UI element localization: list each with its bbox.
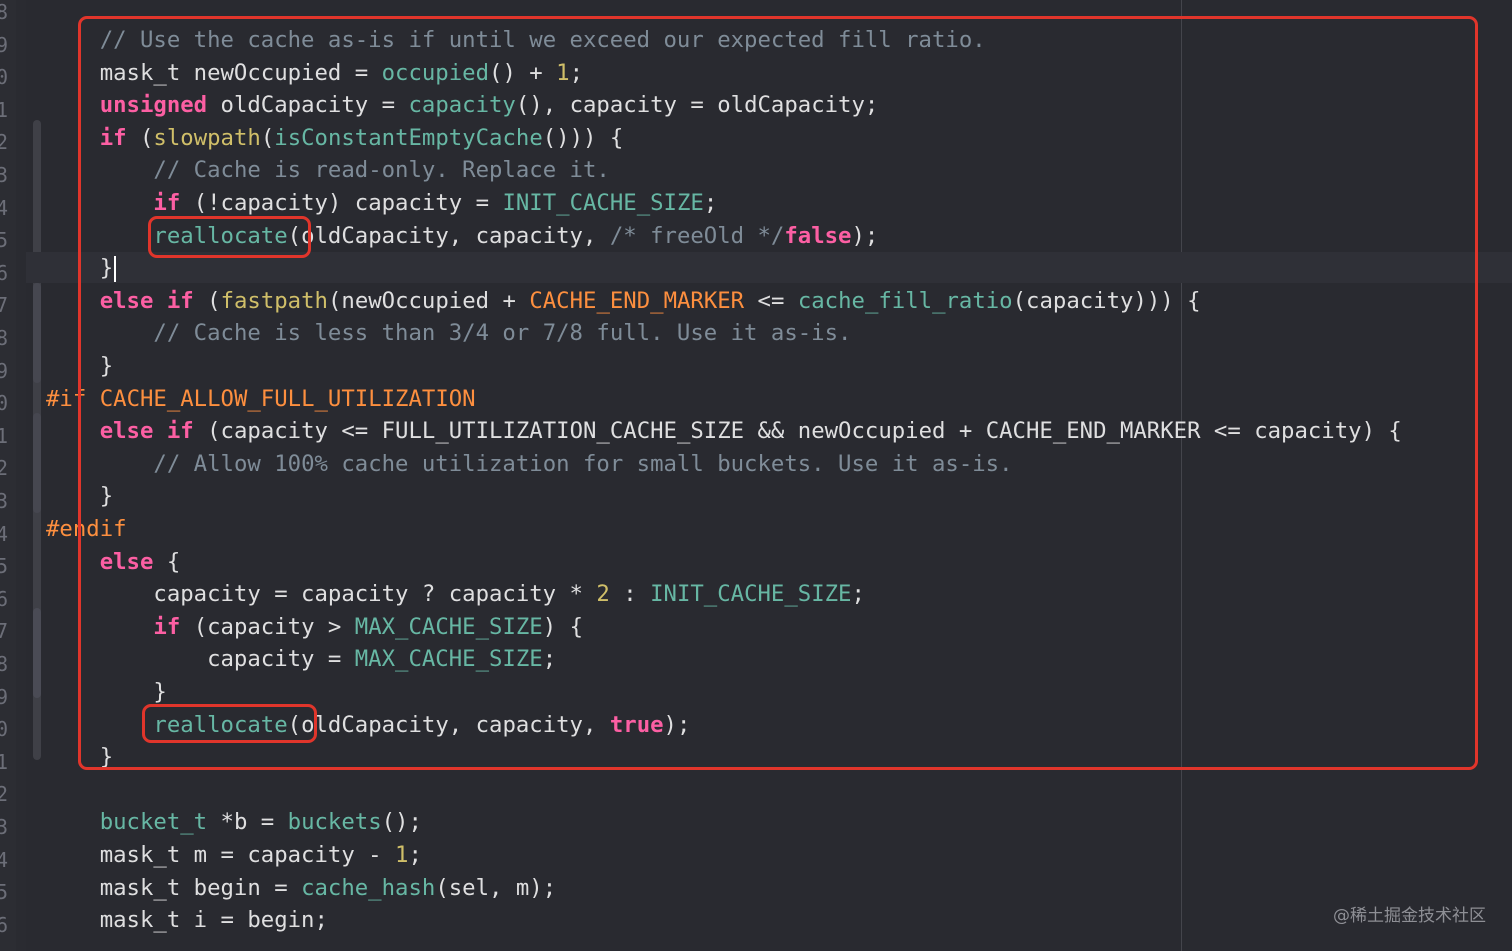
line-number: 5 <box>0 228 8 253</box>
line-number: 8 <box>0 652 8 676</box>
code-token: cache_hash <box>301 874 436 901</box>
code-line: mask_t begin = cache_hash(sel, m); <box>46 872 556 904</box>
code-folding-ribbon[interactable] <box>16 0 41 951</box>
line-number: 6 <box>0 586 8 611</box>
fold-region-bar[interactable] <box>33 608 41 698</box>
line-number-gutter[interactable]: 8 9 0 1 2 3 4 5 6 7 8 9 0 1 2 3 4 5 6 7 8 9 0 1 2 3 4 5 6 <box>0 0 16 951</box>
line-number: 5 <box>0 880 8 905</box>
line-number: 2 <box>0 782 8 807</box>
line-number: 9 <box>0 684 8 709</box>
line-number: 0 <box>0 717 8 742</box>
line-number: 0 <box>0 391 8 416</box>
code-token: 1 <box>395 842 409 868</box>
fold-region-bar[interactable] <box>33 413 41 513</box>
code-line: mask_t m = capacity - 1; <box>46 839 422 871</box>
line-number: 0 <box>0 65 8 90</box>
annotation-highlight-box <box>78 16 1478 770</box>
line-number: 7 <box>0 293 8 318</box>
line-number: 4 <box>0 195 8 220</box>
line-number: 3 <box>0 163 8 187</box>
code-token: bucket_t <box>99 809 208 836</box>
code-token: (sel, m); <box>435 874 557 901</box>
code-token: *b = <box>207 809 288 836</box>
line-number: 6 <box>0 912 8 937</box>
code-token: ; <box>408 842 422 868</box>
line-number: 8 <box>0 326 8 350</box>
line-number: 9 <box>0 358 8 383</box>
annotation-highlight-reallocate-2 <box>142 704 317 743</box>
line-number: 2 <box>0 130 8 155</box>
line-number: 9 <box>0 32 8 57</box>
line-number: 4 <box>0 521 8 546</box>
watermark-text: @稀土掘金技术社区 <box>1333 906 1486 926</box>
code-line: mask_t i = begin; <box>46 904 328 936</box>
code-editor[interactable]: 89012345678901234567890123456 // Use the… <box>0 0 1512 951</box>
line-number: 6 <box>0 260 8 285</box>
line-number: 1 <box>0 423 8 448</box>
code-token: mask_t i = begin; <box>46 907 328 934</box>
line-number: 8 <box>0 0 8 24</box>
code-token: (); <box>381 809 422 836</box>
line-number: 7 <box>0 619 8 644</box>
line-number: 1 <box>0 749 8 774</box>
line-number: 2 <box>0 456 8 481</box>
code-token: mask_t begin = <box>46 874 302 901</box>
fold-region-bar[interactable] <box>33 283 41 383</box>
code-line: bucket_t *b = buckets(); <box>46 806 422 838</box>
line-number: 4 <box>0 847 8 872</box>
code-token: buckets <box>287 809 382 836</box>
line-number: 5 <box>0 554 8 579</box>
line-number: 3 <box>0 489 8 513</box>
annotation-highlight-reallocate-1 <box>148 216 311 258</box>
line-number: 3 <box>0 815 8 839</box>
line-number: 1 <box>0 97 8 122</box>
code-token: mask_t m = capacity - <box>46 842 396 868</box>
